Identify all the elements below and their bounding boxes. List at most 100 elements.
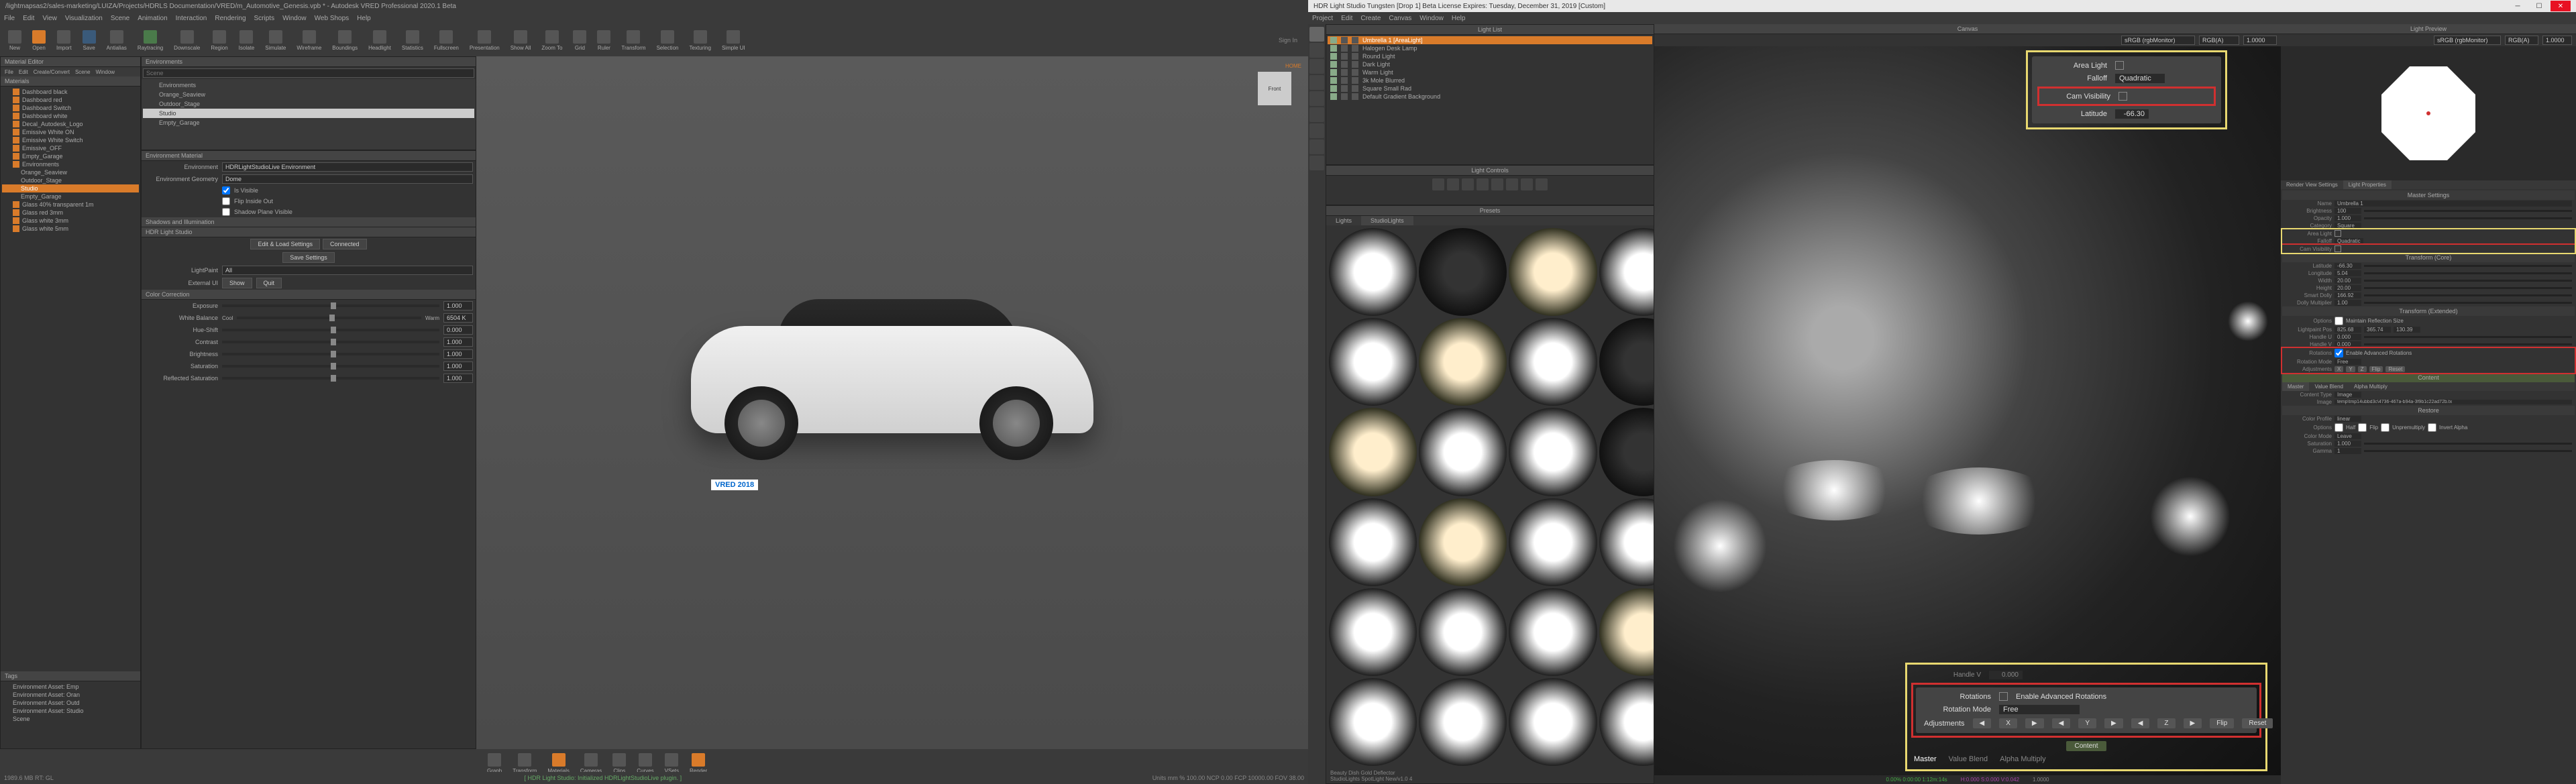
tool-pres[interactable]: Presentation	[466, 29, 504, 52]
colorprofile-dd[interactable]: linear	[2334, 416, 2361, 422]
falloff-dropdown[interactable]: Quadratic	[2115, 74, 2165, 83]
close-button[interactable]: ✕	[2551, 1, 2571, 11]
adj-z[interactable]: Z	[2157, 718, 2175, 728]
camvis-check[interactable]	[2118, 92, 2127, 101]
lc-mute-icon[interactable]	[1491, 178, 1503, 190]
p-h[interactable]: 20.00	[2334, 285, 2361, 291]
preset-item[interactable]	[1329, 498, 1417, 586]
env-dropdown[interactable]: HDRLightStudioLive Environment	[222, 162, 473, 172]
light-preview[interactable]	[2281, 46, 2576, 180]
tool-aa[interactable]: Antialias	[103, 29, 131, 52]
canvas-channel[interactable]: RGB(A)	[2199, 36, 2239, 45]
preset-item[interactable]	[1419, 318, 1507, 406]
preset-item[interactable]	[1599, 678, 1654, 766]
mat-item[interactable]: Orange_Seaview	[2, 168, 139, 176]
preset-item[interactable]	[1509, 678, 1597, 766]
menu-webshops[interactable]: Web Shops	[315, 15, 350, 22]
preset-item[interactable]	[1509, 588, 1597, 676]
connected-btn[interactable]: Connected	[323, 239, 367, 249]
ct-master[interactable]: Master	[2282, 382, 2309, 391]
ct-value[interactable]: Value Blend	[2309, 382, 2349, 391]
tag-item[interactable]: Environment Asset: Emp	[2, 683, 139, 691]
p-x[interactable]: X	[2334, 366, 2343, 372]
enable-rot-check[interactable]	[1999, 692, 2008, 701]
tool-sel[interactable]: Selection	[653, 29, 683, 52]
brightness-slider[interactable]	[2364, 210, 2572, 212]
adj-z-minus[interactable]: ◀	[2131, 718, 2150, 728]
tag-item[interactable]: Scene	[2, 715, 139, 723]
preset-item[interactable]	[1419, 678, 1507, 766]
opacity-field[interactable]: 1.000	[2334, 215, 2361, 221]
preset-item[interactable]	[1329, 318, 1417, 406]
tool-wire[interactable]: Wireframe	[292, 29, 325, 52]
gamma-field[interactable]: 1	[2334, 448, 2361, 454]
tool-grid[interactable]: Grid	[569, 29, 590, 52]
env-outdoor[interactable]: Outdoor_Stage	[143, 99, 474, 109]
restore-hdr[interactable]: Restore	[2282, 406, 2575, 415]
preview-colorspace[interactable]: sRGB (rgbMonitor)	[2434, 36, 2501, 45]
light-row[interactable]: 3k Mole Blurred	[1328, 76, 1652, 85]
menu-render[interactable]: Rendering	[215, 15, 246, 22]
preset-item[interactable]	[1599, 498, 1654, 586]
menu-edit[interactable]: Edit	[23, 15, 34, 22]
mat-item[interactable]: Glass red 3mm	[2, 209, 139, 217]
tool-save[interactable]: Save	[78, 29, 100, 52]
adj-y[interactable]: Y	[2078, 718, 2096, 728]
tool-iso[interactable]: Isolate	[235, 29, 259, 52]
tool-ruler[interactable]: Ruler	[593, 29, 614, 52]
light-list[interactable]: Umbrella 1 [AreaLight]Halogen Desk LampR…	[1326, 35, 1654, 164]
content-type-dd[interactable]: Image	[2334, 392, 2361, 398]
move-tool-icon[interactable]	[1309, 27, 1324, 42]
mat-item[interactable]: Glass white 5mm	[2, 225, 139, 233]
me-create[interactable]: Create/Convert	[34, 69, 70, 75]
adj-x[interactable]: X	[1999, 718, 2017, 728]
hm-help[interactable]: Help	[1452, 15, 1466, 22]
preset-item[interactable]	[1599, 318, 1654, 406]
menu-window[interactable]: Window	[282, 15, 307, 22]
materials-tree[interactable]: Dashboard blackDashboard redDashboard Sw…	[1, 87, 140, 671]
preset-tab-studio[interactable]: StudioLights	[1361, 216, 1413, 225]
light-row[interactable]: Dark Light	[1328, 60, 1652, 68]
menu-inter[interactable]: Interaction	[176, 15, 207, 22]
p-z[interactable]: Z	[2358, 366, 2367, 372]
hm-canvas[interactable]: Canvas	[1389, 15, 1411, 22]
lc-group-icon[interactable]	[1462, 178, 1474, 190]
p-falloff-dd[interactable]: Quadratic	[2334, 238, 2363, 244]
tab-light-props[interactable]: Light Properties	[2343, 180, 2392, 189]
p-hv[interactable]: 0.000	[2334, 341, 2361, 347]
tool-ds[interactable]: Downscale	[170, 29, 204, 52]
mat-item[interactable]: Emissive White ON	[2, 128, 139, 136]
mat-item[interactable]: Emissive White Switch	[2, 136, 139, 144]
scale-tool-icon[interactable]	[1309, 59, 1324, 74]
brightness-tool-icon[interactable]	[1309, 75, 1324, 90]
preset-item[interactable]	[1599, 228, 1654, 316]
mat-item[interactable]: Environments	[2, 160, 139, 168]
rotmode-dropdown[interactable]: Free	[1999, 705, 2080, 714]
hm-create[interactable]: Create	[1360, 15, 1381, 22]
arealight-check[interactable]	[2115, 61, 2124, 70]
preset-item[interactable]	[1599, 588, 1654, 676]
tags-tree[interactable]: Environment Asset: Emp Environment Asset:…	[1, 681, 140, 748]
light-row[interactable]: Umbrella 1 [AreaLight]	[1328, 36, 1652, 44]
p-lat[interactable]: -66.30	[2334, 263, 2361, 269]
light-row[interactable]: Default Gradient Background	[1328, 93, 1652, 101]
hm-project[interactable]: Project	[1312, 15, 1333, 22]
signin-link[interactable]: Sign In	[1279, 37, 1297, 44]
adj-y-plus[interactable]: ▶	[2104, 718, 2123, 728]
tool-bound[interactable]: Boundings	[328, 29, 362, 52]
preset-item[interactable]	[1509, 498, 1597, 586]
env-tree[interactable]: Environments Orange_Seaview Outdoor_Stag…	[142, 79, 476, 150]
invert-chk[interactable]	[2428, 423, 2436, 432]
env-studio[interactable]: Studio	[143, 109, 474, 118]
adj-y-minus[interactable]: ◀	[2052, 718, 2071, 728]
name-field[interactable]: Umbrella 1	[2334, 201, 2572, 207]
light-properties[interactable]: Master Settings NameUmbrella 1 Brightnes…	[2281, 189, 2576, 784]
mat-item[interactable]: Emissive_OFF	[2, 144, 139, 152]
edit-load-btn[interactable]: Edit & Load Settings	[250, 239, 320, 249]
menu-view[interactable]: View	[42, 15, 57, 22]
preset-grid[interactable]	[1326, 225, 1654, 769]
tag-item[interactable]: Environment Asset: Studio	[2, 707, 139, 715]
me-window[interactable]: Window	[96, 69, 115, 75]
preset-item[interactable]	[1419, 408, 1507, 496]
me-file[interactable]: File	[5, 69, 13, 75]
